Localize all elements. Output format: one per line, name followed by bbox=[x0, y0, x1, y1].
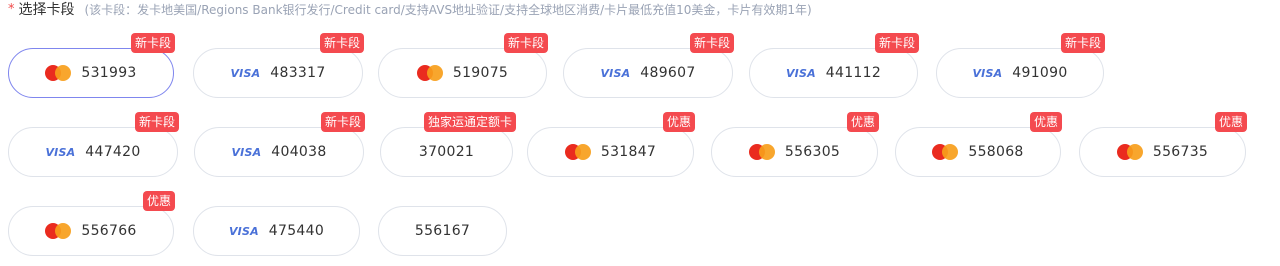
card-tag: 优惠 bbox=[662, 112, 695, 132]
card-segment-option[interactable]: VISA 475440 bbox=[193, 206, 360, 256]
card-tag: 新卡段 bbox=[874, 33, 919, 53]
card-segment-option[interactable]: VISA 447420 新卡段 bbox=[8, 112, 179, 177]
mastercard-icon bbox=[416, 65, 443, 81]
card-number: 404038 bbox=[271, 144, 327, 160]
mastercard-icon bbox=[45, 223, 72, 239]
card-number: 447420 bbox=[85, 144, 141, 160]
card-segment-option[interactable]: VISA 491090 新卡段 bbox=[936, 33, 1105, 98]
card-segment-option[interactable]: 556305 优惠 bbox=[711, 112, 879, 177]
visa-icon: VISA bbox=[228, 224, 259, 238]
mastercard-icon bbox=[45, 65, 72, 81]
section-title: 选择卡段 bbox=[18, 2, 75, 18]
card-number: 556167 bbox=[414, 223, 471, 239]
card-number: 558068 bbox=[968, 144, 1024, 160]
card-segment-option[interactable]: VISA 489607 新卡段 bbox=[563, 33, 734, 98]
card-tag: 优惠 bbox=[142, 191, 175, 211]
card-segment-header: * 选择卡段 (该卡段：发卡地美国/Regions Bank银行发行/Credi… bbox=[8, 0, 812, 19]
card-segment-option[interactable]: 370021 独家运通定额卡 bbox=[380, 112, 516, 177]
card-segment-option[interactable]: VISA 404038 新卡段 bbox=[194, 112, 365, 177]
card-segment-option[interactable]: 556167 bbox=[378, 206, 507, 256]
visa-icon: VISA bbox=[231, 145, 262, 159]
card-number: 531993 bbox=[81, 65, 137, 81]
visa-icon: VISA bbox=[45, 145, 76, 159]
card-segment-option[interactable]: VISA 441112 新卡段 bbox=[749, 33, 919, 98]
card-number: 370021 bbox=[418, 144, 475, 160]
visa-icon: VISA bbox=[785, 66, 816, 80]
card-tag: 新卡段 bbox=[319, 33, 364, 53]
card-segment-option[interactable]: 519075 新卡段 bbox=[378, 33, 548, 98]
card-number: 556766 bbox=[81, 223, 137, 239]
card-number: 483317 bbox=[270, 65, 326, 81]
card-number: 556735 bbox=[1152, 144, 1209, 160]
required-mark: * bbox=[8, 1, 15, 17]
card-number: 475440 bbox=[268, 223, 325, 239]
mastercard-icon bbox=[564, 144, 591, 160]
card-tag: 新卡段 bbox=[689, 33, 734, 53]
card-tag: 新卡段 bbox=[130, 33, 175, 53]
card-number: 441112 bbox=[825, 65, 882, 81]
card-tag: 优惠 bbox=[846, 112, 879, 132]
card-segment-note: (该卡段：发卡地美国/Regions Bank银行发行/Credit card/… bbox=[84, 2, 812, 17]
card-segment-option[interactable]: VISA 483317 新卡段 bbox=[193, 33, 364, 98]
card-tag: 优惠 bbox=[1029, 112, 1062, 132]
card-tag: 新卡段 bbox=[503, 33, 548, 53]
mastercard-icon bbox=[1116, 144, 1143, 160]
card-number: 519075 bbox=[452, 65, 509, 81]
card-number: 489607 bbox=[640, 65, 696, 81]
card-tag: 独家运通定额卡 bbox=[423, 112, 516, 132]
card-segment-option[interactable]: 556766 优惠 bbox=[8, 191, 175, 256]
card-tag: 优惠 bbox=[1214, 112, 1247, 132]
mastercard-icon bbox=[748, 144, 775, 160]
card-segment-option[interactable]: 531993 新卡段 bbox=[8, 33, 175, 98]
card-number: 531847 bbox=[600, 144, 657, 160]
card-segment-option[interactable]: 531847 优惠 bbox=[527, 112, 695, 177]
visa-icon: VISA bbox=[600, 66, 631, 80]
card-tag: 新卡段 bbox=[1060, 33, 1105, 53]
mastercard-icon bbox=[932, 144, 959, 160]
card-segment-option[interactable]: 558068 优惠 bbox=[895, 112, 1062, 177]
visa-icon: VISA bbox=[972, 66, 1003, 80]
card-tag: 新卡段 bbox=[320, 112, 365, 132]
visa-icon: VISA bbox=[230, 66, 261, 80]
card-segment-option[interactable]: 556735 优惠 bbox=[1079, 112, 1247, 177]
card-tag: 新卡段 bbox=[134, 112, 179, 132]
card-number: 556305 bbox=[784, 144, 841, 160]
card-number: 491090 bbox=[1012, 65, 1068, 81]
